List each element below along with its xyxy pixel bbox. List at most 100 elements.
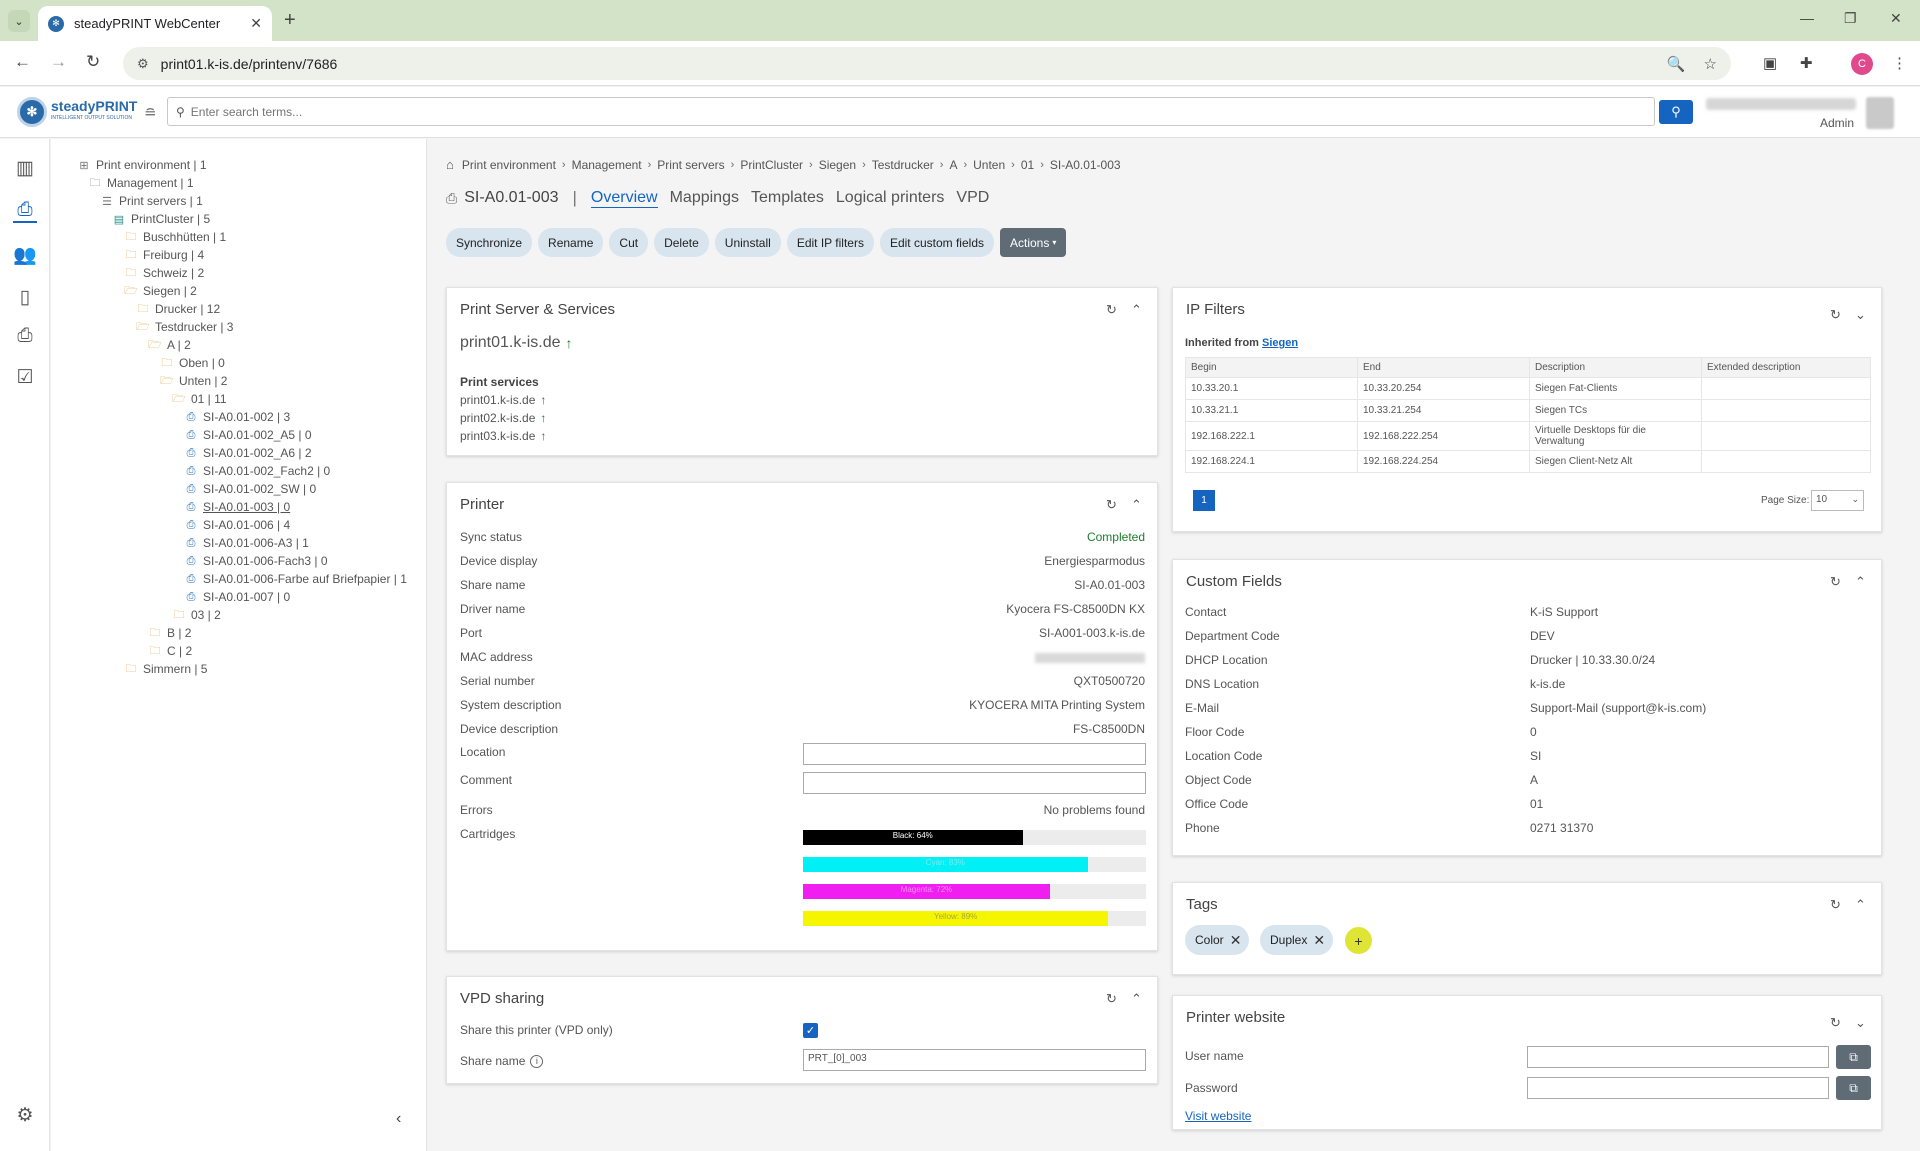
extension-icon[interactable]: ▣ (1763, 54, 1777, 72)
address-bar[interactable]: ⚙ print01.k-is.de/printenv/7686 🔍 ☆ (123, 47, 1731, 80)
avatar[interactable] (1866, 97, 1894, 129)
remove-tag-icon[interactable]: ✕ (1230, 932, 1242, 949)
chevron-up-icon[interactable]: ⌃ (1855, 897, 1866, 913)
column-header[interactable]: Extended description (1701, 357, 1871, 378)
tree-item[interactable]: 🗁 Unten | 2 (160, 373, 227, 389)
table-row[interactable]: 192.168.224.1 192.168.224.254 Siegen Cli… (1185, 450, 1871, 473)
refresh-icon[interactable]: ↻ (1106, 302, 1117, 318)
breadcrumb-item[interactable]: Print servers (657, 158, 724, 172)
tree-item[interactable]: 🗀 Drucker | 12 (136, 301, 221, 317)
visit-website-link[interactable]: Visit website (1185, 1109, 1251, 1123)
users-icon[interactable]: 👥 (13, 243, 37, 267)
breadcrumb-item[interactable]: 01 (1021, 158, 1034, 172)
table-row[interactable]: 10.33.21.1 10.33.21.254 Siegen TCs (1185, 399, 1871, 422)
chevron-down-icon[interactable]: ⌄ (1855, 307, 1866, 323)
breadcrumb-item[interactable]: PrintCluster (740, 158, 803, 172)
pagination-page-button[interactable]: 1 (1193, 490, 1215, 511)
tree-item[interactable]: 🗀 Simmern | 5 (124, 661, 208, 677)
table-row[interactable]: 192.168.222.1 192.168.222.254 Virtuelle … (1185, 421, 1871, 451)
refresh-icon[interactable]: ↻ (1830, 897, 1841, 913)
refresh-icon[interactable]: ↻ (1830, 1015, 1841, 1031)
tree-item[interactable]: ⎙ SI-A0.01-002_A6 | 2 (184, 445, 312, 461)
tree-item[interactable]: ⊞ Print environment | 1 (77, 157, 206, 173)
page-size-select[interactable]: 10 ⌄ (1811, 490, 1864, 511)
breadcrumb-item[interactable]: Management (572, 158, 642, 172)
tree-item[interactable]: 🗀 B | 2 (148, 625, 192, 641)
tree-item[interactable]: ⎙ SI-A0.01-002_Fach2 | 0 (184, 463, 331, 479)
tab-search-chevron-icon[interactable]: ⌄ (8, 10, 30, 32)
tree-item[interactable]: ⎙ SI-A0.01-002_A5 | 0 (184, 427, 312, 443)
settings-gear-icon[interactable]: ⚙ (13, 1104, 37, 1128)
refresh-icon[interactable]: ↻ (1106, 497, 1117, 513)
tree-item[interactable]: 🗁 01 | 11 (172, 391, 226, 407)
url-text[interactable]: print01.k-is.de/printenv/7686 (161, 56, 1649, 72)
comment-input[interactable] (803, 772, 1146, 794)
chevron-up-icon[interactable]: ⌃ (1131, 991, 1142, 1007)
tree-item[interactable]: 🗁 A | 2 (148, 337, 191, 353)
info-icon[interactable]: i (530, 1054, 544, 1068)
zoom-icon[interactable]: 🔍 (1667, 55, 1686, 73)
vpd-printer-icon[interactable]: ⎙ (13, 325, 37, 349)
tree-item[interactable]: 🗀 Oben | 0 (160, 355, 225, 371)
inherited-link[interactable]: Siegen (1262, 337, 1298, 349)
tree-item[interactable]: ⎙ SI-A0.01-006-Fach3 | 0 (184, 553, 328, 569)
tree-item[interactable]: ⎙ SI-A0.01-002_SW | 0 (184, 481, 317, 497)
print-server-name[interactable]: print01.k-is.de (460, 334, 561, 352)
tree-item[interactable]: 🗁 Testdrucker | 3 (136, 319, 233, 335)
database-icon[interactable]: ≘ (144, 104, 157, 122)
checklist-icon[interactable]: ☑ (13, 366, 37, 390)
tab-overview[interactable]: Overview (590, 189, 658, 208)
uninstall-button[interactable]: Uninstall (714, 228, 781, 257)
tree-item[interactable]: 🗀 Management | 1 (88, 175, 194, 191)
edit-ip-filters-button[interactable]: Edit IP filters (786, 228, 874, 257)
bookmark-star-icon[interactable]: ☆ (1704, 55, 1717, 73)
extensions-puzzle-icon[interactable]: ✚ (1800, 54, 1813, 72)
table-row[interactable]: 10.33.20.1 10.33.20.254 Siegen Fat-Clien… (1185, 377, 1871, 400)
refresh-icon[interactable]: ↻ (1830, 307, 1841, 323)
breadcrumb-item[interactable]: A (949, 158, 957, 172)
breadcrumb-item[interactable]: Siegen (819, 158, 856, 172)
breadcrumb-item[interactable]: Unten (973, 158, 1005, 172)
tree-item[interactable]: 🗀 03 | 2 (172, 607, 221, 623)
refresh-icon[interactable]: ↻ (1106, 991, 1117, 1007)
tab-templates[interactable]: Templates (751, 189, 824, 207)
search-input[interactable] (190, 104, 1646, 119)
browser-menu-icon[interactable]: ⋮ (1892, 54, 1907, 72)
back-icon[interactable]: ← (14, 52, 31, 72)
column-header[interactable]: End (1357, 357, 1530, 378)
close-tab-icon[interactable]: ✕ (250, 15, 262, 32)
browser-tab[interactable]: ✻ steadyPRINT WebCenter ✕ (38, 6, 272, 41)
search-field[interactable]: ⚲ (167, 97, 1655, 126)
chevron-up-icon[interactable]: ⌃ (1855, 574, 1866, 590)
site-info-icon[interactable]: ⚙ (137, 56, 149, 72)
chevron-down-icon[interactable]: ⌄ (1855, 1015, 1866, 1031)
tree-item[interactable]: 🗀 Schweiz | 2 (124, 265, 205, 281)
breadcrumb-item[interactable]: Testdrucker (872, 158, 934, 172)
refresh-icon[interactable]: ↻ (1830, 574, 1841, 590)
tab-vpd[interactable]: VPD (956, 189, 989, 207)
tag-chip[interactable]: Color ✕ (1185, 925, 1250, 955)
location-input[interactable] (803, 743, 1146, 765)
close-window-icon[interactable]: ✕ (1890, 10, 1902, 27)
delete-button[interactable]: Delete (654, 228, 709, 257)
tree-item[interactable]: ▤ PrintCluster | 5 (112, 211, 210, 227)
search-button[interactable]: ⚲ (1659, 100, 1693, 124)
printer-nav-icon[interactable]: ⎙ (13, 199, 37, 223)
tree-item[interactable]: ⎙ SI-A0.01-006-A3 | 1 (184, 535, 309, 551)
column-header[interactable]: Begin (1185, 357, 1358, 378)
profile-avatar[interactable]: C (1851, 53, 1873, 75)
minimize-icon[interactable]: — (1800, 10, 1814, 26)
synchronize-button[interactable]: Synchronize (446, 228, 533, 257)
copy-user-name-button[interactable]: ⧉ (1836, 1045, 1871, 1069)
share-name-input[interactable]: PRT_[0]_003 (803, 1049, 1146, 1071)
column-header[interactable]: Description (1529, 357, 1702, 378)
collapse-sidebar-chevron-left-icon[interactable]: ‹ (396, 1110, 401, 1128)
actions-dropdown-button[interactable]: Actions ▾ (1000, 228, 1067, 257)
new-tab-icon[interactable]: + (284, 9, 296, 32)
breadcrumb-item[interactable]: Print environment (462, 158, 556, 172)
copy-password-button[interactable]: ⧉ (1836, 1076, 1871, 1100)
tab-logical-printers[interactable]: Logical printers (836, 189, 945, 207)
password-input[interactable] (1527, 1077, 1829, 1099)
cut-button[interactable]: Cut (609, 228, 649, 257)
tree-item[interactable]: 🗀 C | 2 (148, 643, 193, 659)
